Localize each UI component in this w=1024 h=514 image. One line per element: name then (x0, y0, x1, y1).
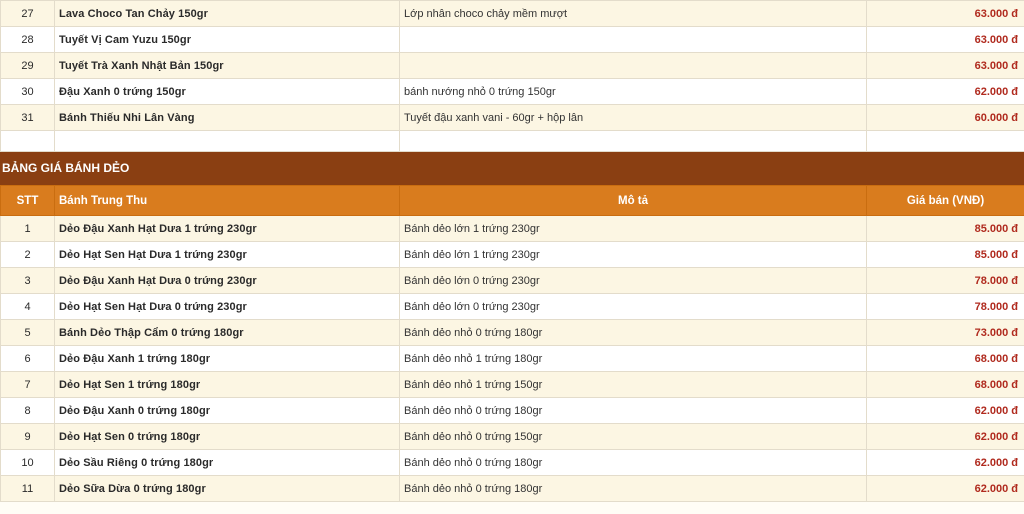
header-stt: STT (0, 185, 55, 216)
row-stt: 11 (0, 475, 55, 502)
row-desc: Bánh dẻo nhỏ 1 trứng 150gr (399, 371, 867, 398)
table-row: 6 Dẻo Đậu Xanh 1 trứng 180gr Bánh dẻo nhỏ … (0, 345, 1024, 372)
row-price: 60.000 đ (866, 104, 1024, 131)
row-name: Bánh Dẻo Thập Cẩm 0 trứng 180gr (54, 319, 400, 346)
table-row: 7 Dẻo Hạt Sen 1 trứng 180gr Bánh dẻo nhỏ 1… (0, 371, 1024, 398)
row-desc: Lớp nhân choco chảy mềm mượt (399, 0, 867, 27)
table-row: 28 Tuyết Vị Cam Yuzu 150gr 63.000 đ (0, 26, 1024, 53)
table-row: 1 Dẻo Đậu Xanh Hạt Dưa 1 trứng 230gr Bánh … (0, 215, 1024, 242)
row-stt: 29 (0, 52, 55, 79)
row-stt: 1 (0, 215, 55, 242)
row-price: 78.000 đ (866, 293, 1024, 320)
row-desc: bánh nướng nhỏ 0 trứng 150gr (399, 78, 867, 105)
row-price: 63.000 đ (866, 52, 1024, 79)
row-name: Lava Choco Tan Chảy 150gr (54, 0, 400, 27)
table-row: 29 Tuyết Trà Xanh Nhật Bản 150gr 63.000 … (0, 52, 1024, 79)
row-desc: Bánh dẻo lớn 1 trứng 230gr (399, 215, 867, 242)
table-row: 4 Dẻo Hạt Sen Hạt Dưa 0 trứng 230gr Bánh d… (0, 293, 1024, 320)
row-stt: 31 (0, 104, 55, 131)
row-price: 73.000 đ (866, 319, 1024, 346)
row-price: 62.000 đ (866, 78, 1024, 105)
row-stt: 8 (0, 397, 55, 424)
row-name: Dẻo Hạt Sen Hạt Dưa 0 trứng 230gr (54, 293, 400, 320)
row-stt: 27 (0, 0, 55, 27)
table-row: 9 Dẻo Hạt Sen 0 trứng 180gr Bánh dẻo nhỏ 0… (0, 423, 1024, 450)
section-title: BẢNG GIÁ BÁNH DẺO (0, 152, 1024, 185)
row-desc: Bánh dẻo nhỏ 1 trứng 180gr (399, 345, 867, 372)
row-desc (399, 26, 867, 53)
row-desc: Bánh dẻo lớn 1 trứng 230gr (399, 241, 867, 268)
row-name: Dẻo Hạt Sen Hạt Dưa 1 trứng 230gr (54, 241, 400, 268)
row-name: Dẻo Đậu Xanh 0 trứng 180gr (54, 397, 400, 424)
row-stt: 28 (0, 26, 55, 53)
table-row: 10 Dẻo Sầu Riêng 0 trứng 180gr Bánh dẻo nh… (0, 449, 1024, 476)
row-stt: 7 (0, 371, 55, 398)
blank-row (0, 130, 1024, 152)
row-desc: Bánh dẻo nhỏ 0 trứng 180gr (399, 397, 867, 424)
row-name: Dẻo Sầu Riêng 0 trứng 180gr (54, 449, 400, 476)
table-row: 27 Lava Choco Tan Chảy 150gr Lớp nhân ch… (0, 0, 1024, 27)
row-desc: Bánh dẻo nhỏ 0 trứng 180gr (399, 319, 867, 346)
table-row: 8 Dẻo Đậu Xanh 0 trứng 180gr Bánh dẻo nhỏ … (0, 397, 1024, 424)
row-name: Tuyết Trà Xanh Nhật Bản 150gr (54, 52, 400, 79)
header-desc: Mô tả (399, 185, 867, 216)
price-table-deo: STT Bánh Trung Thu Mô tả Giá bán (VNĐ) 1… (0, 185, 1024, 502)
table-row: 31 Bánh Thiếu Nhi Lân Vàng Tuyết đậu xan… (0, 104, 1024, 131)
row-price: 85.000 đ (866, 215, 1024, 242)
row-stt: 5 (0, 319, 55, 346)
row-name: Dẻo Hạt Sen 0 trứng 180gr (54, 423, 400, 450)
header-name: Bánh Trung Thu (54, 185, 400, 216)
row-name: Đậu Xanh 0 trứng 150gr (54, 78, 400, 105)
row-desc (399, 52, 867, 79)
row-name: Dẻo Đậu Xanh 1 trứng 180gr (54, 345, 400, 372)
row-price: 63.000 đ (866, 26, 1024, 53)
row-stt: 2 (0, 241, 55, 268)
row-price: 85.000 đ (866, 241, 1024, 268)
table-row: 3 Dẻo Đậu Xanh Hạt Dưa 0 trứng 230gr Bánh … (0, 267, 1024, 294)
row-price: 63.000 đ (866, 0, 1024, 27)
table-header: STT Bánh Trung Thu Mô tả Giá bán (VNĐ) (0, 185, 1024, 216)
header-price: Giá bán (VNĐ) (866, 185, 1024, 216)
row-desc: Bánh dẻo nhỏ 0 trứng 180gr (399, 475, 867, 502)
row-name: Dẻo Hạt Sen 1 trứng 180gr (54, 371, 400, 398)
row-stt: 6 (0, 345, 55, 372)
price-table-top: 27 Lava Choco Tan Chảy 150gr Lớp nhân ch… (0, 0, 1024, 152)
row-name: Dẻo Sữa Dừa 0 trứng 180gr (54, 475, 400, 502)
table-row: 2 Dẻo Hạt Sen Hạt Dưa 1 trứng 230gr Bánh d… (0, 241, 1024, 268)
row-price: 68.000 đ (866, 371, 1024, 398)
row-stt: 4 (0, 293, 55, 320)
row-desc: Bánh dẻo lớn 0 trứng 230gr (399, 293, 867, 320)
row-price: 62.000 đ (866, 475, 1024, 502)
table-row: 11 Dẻo Sữa Dừa 0 trứng 180gr Bánh dẻo nhỏ … (0, 475, 1024, 502)
row-stt: 3 (0, 267, 55, 294)
row-price: 62.000 đ (866, 449, 1024, 476)
row-name: Tuyết Vị Cam Yuzu 150gr (54, 26, 400, 53)
row-name: Dẻo Đậu Xanh Hạt Dưa 0 trứng 230gr (54, 267, 400, 294)
row-name: Bánh Thiếu Nhi Lân Vàng (54, 104, 400, 131)
table-row: 30 Đậu Xanh 0 trứng 150gr bánh nướng nhỏ… (0, 78, 1024, 105)
row-desc: Bánh dẻo nhỏ 0 trứng 150gr (399, 423, 867, 450)
row-name: Dẻo Đậu Xanh Hạt Dưa 1 trứng 230gr (54, 215, 400, 242)
row-stt: 30 (0, 78, 55, 105)
row-stt: 9 (0, 423, 55, 450)
row-price: 62.000 đ (866, 397, 1024, 424)
row-price: 68.000 đ (866, 345, 1024, 372)
row-price: 78.000 đ (866, 267, 1024, 294)
table-row: 5 Bánh Dẻo Thập Cẩm 0 trứng 180gr Bánh dẻo… (0, 319, 1024, 346)
row-desc: Bánh dẻo lớn 0 trứng 230gr (399, 267, 867, 294)
row-desc: Tuyết đậu xanh vani - 60gr + hộp lân (399, 104, 867, 131)
row-price: 62.000 đ (866, 423, 1024, 450)
row-desc: Bánh dẻo nhỏ 0 trứng 180gr (399, 449, 867, 476)
row-stt: 10 (0, 449, 55, 476)
